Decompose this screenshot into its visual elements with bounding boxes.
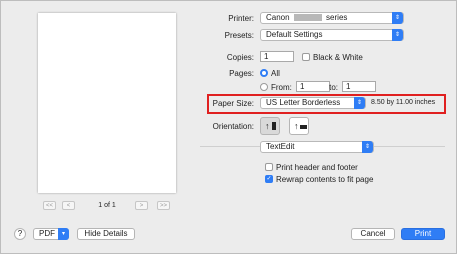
header-footer-checkbox[interactable] <box>265 163 273 171</box>
orientation-portrait-button[interactable]: ↑ <box>260 117 280 135</box>
chevron-updown-icon: ⇕ <box>392 29 403 41</box>
pages-to-label: to: <box>329 83 338 92</box>
next-page-button[interactable]: > <box>135 201 148 210</box>
orientation-landscape-button[interactable]: ↑ <box>289 117 309 135</box>
presets-value: Default Settings <box>266 30 323 39</box>
pdf-label: PDF <box>39 229 55 238</box>
printer-select[interactable]: Canon series ⇕ <box>260 12 404 24</box>
chevron-updown-icon: ⇕ <box>362 141 373 153</box>
help-button[interactable]: ? <box>14 228 26 240</box>
app-section-value: TextEdit <box>266 142 295 151</box>
printer-name-prefix: Canon <box>266 13 290 22</box>
black-white-label: Black & White <box>313 53 363 62</box>
printer-name-suffix: series <box>326 13 348 22</box>
app-section-select[interactable]: TextEdit ⇕ <box>260 141 374 153</box>
paper-size-select[interactable]: US Letter Borderless ⇕ <box>260 97 366 109</box>
hide-details-button[interactable]: Hide Details <box>77 228 135 240</box>
chevron-updown-icon: ⇕ <box>392 12 403 24</box>
presets-label: Presets: <box>224 31 254 40</box>
copies-field[interactable]: 1 <box>260 51 294 62</box>
page-preview <box>38 13 176 193</box>
header-footer-label: Print header and footer <box>276 163 358 172</box>
printer-model-redacted <box>293 14 322 21</box>
rewrap-label: Rewrap contents to fit page <box>276 175 374 184</box>
pdf-menu-button[interactable]: PDF ▾ <box>33 228 69 240</box>
copies-label: Copies: <box>226 53 254 62</box>
chevron-updown-icon: ⇕ <box>354 97 365 109</box>
first-page-button[interactable]: << <box>43 201 56 210</box>
orientation-label: Orientation: <box>212 122 254 131</box>
paper-size-value: US Letter Borderless <box>266 98 341 107</box>
pages-from-field[interactable]: 1 <box>296 81 330 92</box>
previous-page-button[interactable]: < <box>62 201 75 210</box>
pages-from-label: From: <box>271 83 292 92</box>
portrait-page-icon <box>272 122 276 130</box>
paper-size-label: Paper Size: <box>212 99 254 108</box>
page-indicator: 1 of 1 <box>98 202 116 209</box>
pages-all-label: All <box>271 69 280 78</box>
cancel-button[interactable]: Cancel <box>351 228 395 240</box>
pages-label: Pages: <box>229 69 254 78</box>
landscape-page-icon <box>300 125 307 129</box>
pages-to-field[interactable]: 1 <box>342 81 376 92</box>
pages-all-radio[interactable] <box>260 69 268 77</box>
paper-size-dimensions: 8.50 by 11.00 inches <box>371 99 436 106</box>
portrait-icon: ↑ <box>265 121 270 131</box>
landscape-icon: ↑ <box>294 121 299 131</box>
last-page-button[interactable]: >> <box>157 201 170 210</box>
presets-select[interactable]: Default Settings ⇕ <box>260 29 404 41</box>
rewrap-checkbox[interactable]: ✓ <box>265 175 273 183</box>
printer-label: Printer: <box>228 14 254 23</box>
pages-range-radio[interactable] <box>260 83 268 91</box>
black-white-checkbox[interactable] <box>302 53 310 61</box>
print-button[interactable]: Print <box>401 228 445 240</box>
chevron-down-icon: ▾ <box>58 228 69 240</box>
